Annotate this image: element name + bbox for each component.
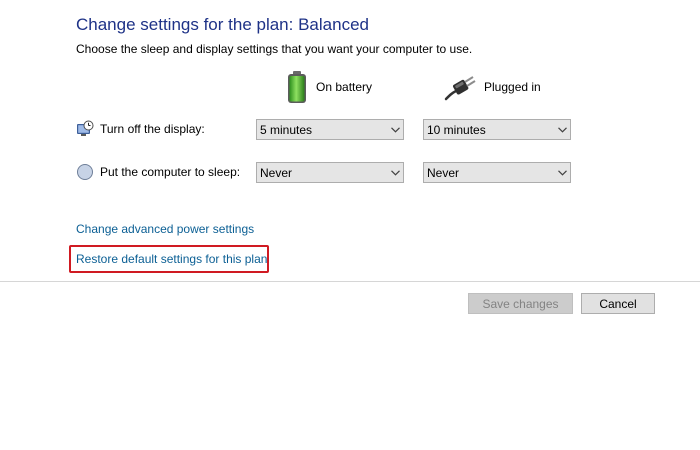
chevron-down-icon — [387, 163, 403, 182]
page-title: Change settings for the plan: Balanced — [76, 15, 369, 34]
display-timeout-on-battery-value: 5 minutes — [260, 122, 313, 137]
on-battery-label: On battery — [316, 80, 373, 94]
sleep-row-label: Put the computer to sleep: — [76, 161, 240, 183]
column-header-plugged-in: Plugged in — [444, 70, 541, 104]
power-plug-icon — [444, 76, 476, 101]
display-timeout-on-battery-select[interactable]: 5 minutes — [256, 119, 404, 140]
divider — [0, 281, 700, 282]
sleep-timeout-on-battery-value: Never — [260, 165, 293, 180]
page-subtitle: Choose the sleep and display settings th… — [76, 42, 473, 56]
sleep-timeout-plugged-in-select[interactable]: Never — [423, 162, 571, 183]
sleep-label: Put the computer to sleep: — [100, 165, 241, 179]
cancel-button[interactable]: Cancel — [581, 293, 655, 314]
highlight-annotation-box — [69, 245, 269, 273]
plugged-in-label: Plugged in — [484, 80, 541, 94]
display-timeout-plugged-in-value: 10 minutes — [427, 122, 486, 137]
save-changes-button[interactable]: Save changes — [468, 293, 573, 314]
chevron-down-icon — [554, 163, 570, 182]
chevron-down-icon — [554, 120, 570, 139]
turn-off-display-row-label: Turn off the display: — [76, 118, 205, 140]
monitor-clock-icon — [77, 120, 94, 136]
chevron-down-icon — [387, 120, 403, 139]
turn-off-display-label: Turn off the display: — [100, 122, 205, 136]
battery-icon — [288, 71, 306, 103]
moon-sleep-icon — [77, 164, 93, 180]
sleep-timeout-plugged-in-value: Never — [427, 165, 460, 180]
sleep-timeout-on-battery-select[interactable]: Never — [256, 162, 404, 183]
change-advanced-power-settings-link[interactable]: Change advanced power settings — [76, 222, 254, 236]
column-header-on-battery: On battery — [286, 70, 372, 104]
display-timeout-plugged-in-select[interactable]: 10 minutes — [423, 119, 571, 140]
